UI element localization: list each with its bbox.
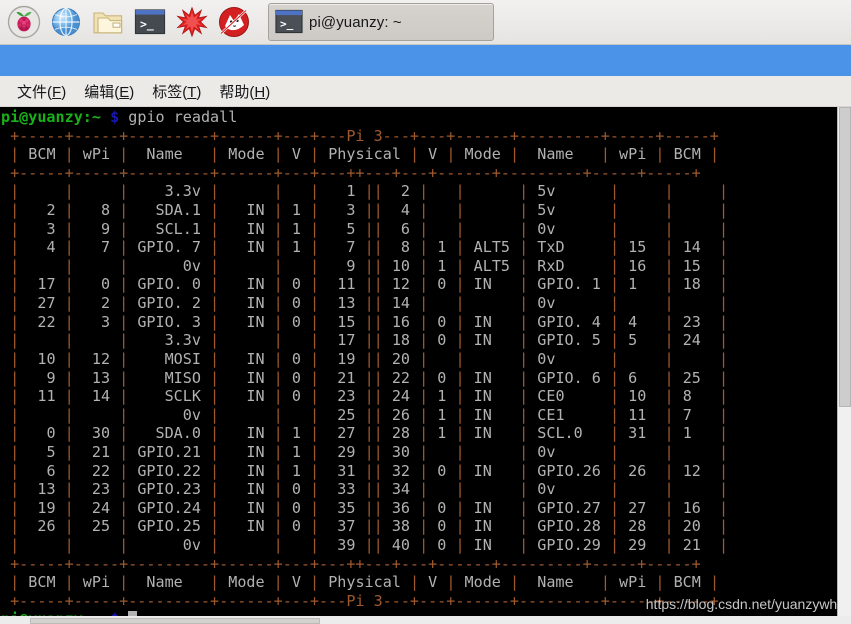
terminal-table-row: | | | 3.3v | | | 1 || 2 | | | 5v | | | [10, 182, 729, 201]
terminal-line-border: +-----+-----+---------+------+---+---++-… [1, 163, 701, 182]
svg-text:>_: >_ [280, 18, 294, 31]
terminal-table-row: | 13 | 23 | GPIO.23 | IN | 0 | 33 || 34 … [10, 480, 729, 499]
menubar: 文件(F) 编辑(E) 标签(T) 帮助(H) [0, 76, 851, 107]
svg-text:>_: >_ [140, 17, 154, 32]
terminal-icon-small: >_ [275, 9, 303, 35]
terminal-table-row: | 3 | 9 | SCL.1 | IN | 1 | 5 || 6 | | | … [10, 219, 729, 238]
terminal-table-row: | | | 0v | | | 25 || 26 | 1 | IN | CE1 |… [10, 405, 729, 424]
terminal-line-border: +-----+-----+---------+------+---+---++-… [1, 554, 701, 573]
terminal-table-row: | 11 | 14 | SCLK | IN | 0 | 23 || 24 | 1… [10, 387, 729, 406]
terminal-scrollbar-thumb[interactable] [839, 107, 851, 407]
terminal-table-row: | | | 0v | | | 39 || 40 | 0 | IN | GPIO.… [10, 536, 729, 555]
menu-tabs[interactable]: 标签(T) [143, 79, 210, 104]
taskbar-window-button[interactable]: >_ pi@yuanzy: ~ [268, 3, 494, 41]
raspberry-menu-icon[interactable] [4, 2, 44, 42]
terminal-output: pi@yuanzy:~ $ gpio readall +-----+-----+… [0, 107, 728, 616]
menu-help-accel: H [254, 83, 266, 101]
terminal-table-row: | | | 3.3v | | | 17 || 18 | 0 | IN | GPI… [10, 331, 729, 350]
desktop-screen: >_ >_ pi@yuanzy: ~ 文件(F) 编辑(E) 标签(T) 帮助(… [0, 0, 851, 624]
terminal-table-row: | 17 | 0 | GPIO. 0 | IN | 0 | 11 || 12 |… [10, 275, 729, 294]
menu-edit-accel: E [119, 83, 130, 101]
terminal-line-border: +-----+-----+---------+------+---+---Pi … [1, 591, 719, 610]
terminal-table-row: | 9 | 13 | MISO | IN | 0 | 21 || 22 | 0 … [10, 368, 729, 387]
terminal-icon[interactable]: >_ [130, 2, 170, 42]
taskbar: >_ >_ pi@yuanzy: ~ [0, 0, 851, 45]
terminal-table-row: | 19 | 24 | GPIO.24 | IN | 0 | 35 || 36 … [10, 498, 729, 517]
globe-browser-icon[interactable] [46, 2, 86, 42]
terminal-table-row: | 6 | 22 | GPIO.22 | IN | 1 | 31 || 32 |… [10, 461, 729, 480]
watermark-text: https://blog.csdn.net/yuanzywhu [645, 596, 845, 612]
menu-help[interactable]: 帮助(H) [210, 79, 279, 104]
window-titlebar[interactable] [0, 45, 851, 77]
wolfram-icon[interactable] [214, 2, 254, 42]
menu-help-label: 帮助 [219, 83, 250, 101]
menu-edit-label: 编辑 [84, 83, 115, 101]
desktop-bottom-strip [0, 616, 851, 624]
menu-file[interactable]: 文件(F) [8, 79, 75, 104]
terminal-table-row: | 22 | 3 | GPIO. 3 | IN | 0 | 15 || 16 |… [10, 312, 729, 331]
taskbar-window-label: pi@yuanzy: ~ [309, 13, 402, 31]
terminal-table-footer: | BCM | wPi | Name | Mode | V | Physical… [10, 573, 720, 592]
terminal-table-row: | 5 | 21 | GPIO.21 | IN | 1 | 29 || 30 |… [10, 442, 729, 461]
bottom-taskbar-fragment [30, 618, 320, 624]
menu-edit[interactable]: 编辑(E) [75, 79, 143, 104]
terminal-table-row: | 27 | 2 | GPIO. 2 | IN | 0 | 13 || 14 |… [10, 294, 729, 313]
mathematica-icon[interactable] [172, 2, 212, 42]
terminal-table-row: | 2 | 8 | SDA.1 | IN | 1 | 3 || 4 | | | … [10, 201, 729, 220]
menu-file-accel: F [52, 83, 62, 101]
terminal-table-row: | | | 0v | | | 9 || 10 | 1 | ALT5 | RxD … [10, 256, 729, 275]
terminal-table-row: | 10 | 12 | MOSI | IN | 0 | 19 || 20 | |… [10, 349, 729, 368]
menu-tabs-accel: T [187, 83, 197, 101]
terminal-table-row: | 4 | 7 | GPIO. 7 | IN | 1 | 7 || 8 | 1 … [10, 238, 729, 257]
terminal-table-row: | 0 | 30 | SDA.0 | IN | 1 | 27 || 28 | 1… [10, 424, 729, 443]
terminal-line-border: +-----+-----+---------+------+---+---Pi … [1, 126, 719, 145]
terminal-line-command: pi@yuanzy:~ $ gpio readall [1, 108, 238, 126]
file-manager-icon[interactable] [88, 2, 128, 42]
menu-file-label: 文件 [17, 83, 48, 101]
terminal-table-row: | 26 | 25 | GPIO.25 | IN | 0 | 37 || 38 … [10, 517, 729, 536]
menu-tabs-label: 标签 [152, 83, 183, 101]
terminal-table-header: | BCM | wPi | Name | Mode | V | Physical… [10, 145, 720, 164]
terminal-scrollbar[interactable] [837, 107, 851, 616]
terminal-window[interactable]: pi@yuanzy:~ $ gpio readall +-----+-----+… [0, 107, 851, 616]
